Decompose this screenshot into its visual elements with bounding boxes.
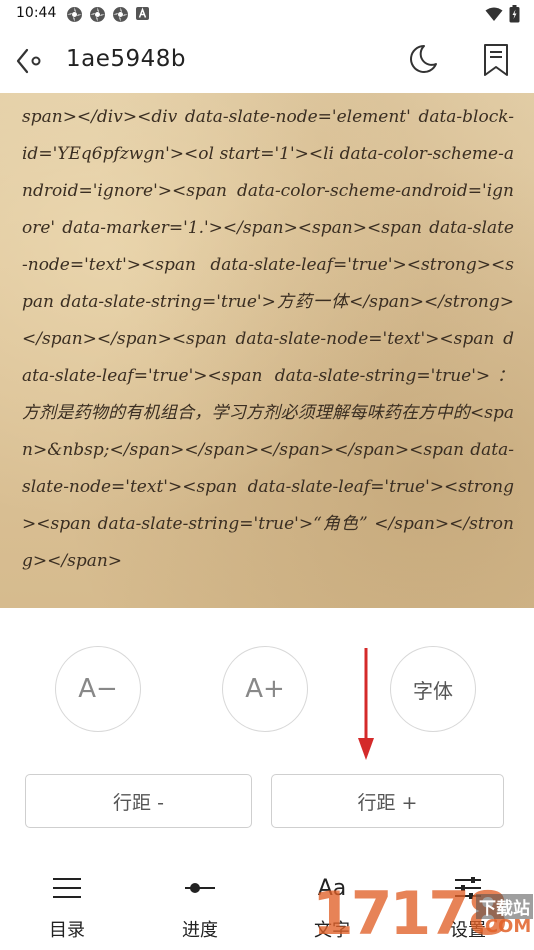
progress-slider-icon <box>185 883 215 893</box>
notification-app-icon <box>66 6 83 23</box>
nav-toc-label: 目录 <box>49 920 85 941</box>
moon-icon <box>410 45 437 73</box>
reading-page[interactable]: span></div><div data-slate-node='element… <box>0 93 534 608</box>
wifi-icon <box>485 7 503 26</box>
page-content: span></div><div data-slate-node='element… <box>22 107 514 571</box>
font-face-button[interactable]: 字体 <box>390 646 476 732</box>
notification-app-icon <box>112 6 129 23</box>
reader-header: 1ae5948b <box>0 28 534 93</box>
watermark-domain: .COM <box>478 916 532 937</box>
nav-toc[interactable]: 目录 <box>27 866 107 950</box>
notification-icons <box>66 6 152 23</box>
bookmark-icon <box>484 44 508 76</box>
back-button[interactable] <box>14 44 48 78</box>
line-spacing-decrease-button[interactable]: 行距 - <box>25 774 252 828</box>
nav-progress[interactable]: 进度 <box>160 866 240 950</box>
notification-a-icon <box>135 6 152 23</box>
site-watermark: 17178 下载站 .COM <box>306 876 534 950</box>
red-arrow-annotation <box>358 648 374 760</box>
font-increase-button[interactable]: A+ <box>222 646 308 732</box>
night-mode-button[interactable] <box>404 42 440 78</box>
status-time: 10:44 <box>16 5 57 21</box>
notification-app-icon <box>89 6 106 23</box>
font-decrease-button[interactable]: A− <box>55 646 141 732</box>
status-bar: 10:44 <box>0 0 534 28</box>
nav-progress-label: 进度 <box>182 920 218 941</box>
line-spacing-increase-button[interactable]: 行距 + <box>271 774 504 828</box>
system-icons <box>485 5 520 27</box>
book-title: 1ae5948b <box>66 46 187 72</box>
back-icon <box>16 48 41 74</box>
battery-icon <box>509 5 520 27</box>
bookmark-button[interactable] <box>480 42 512 78</box>
list-icon <box>53 878 81 898</box>
